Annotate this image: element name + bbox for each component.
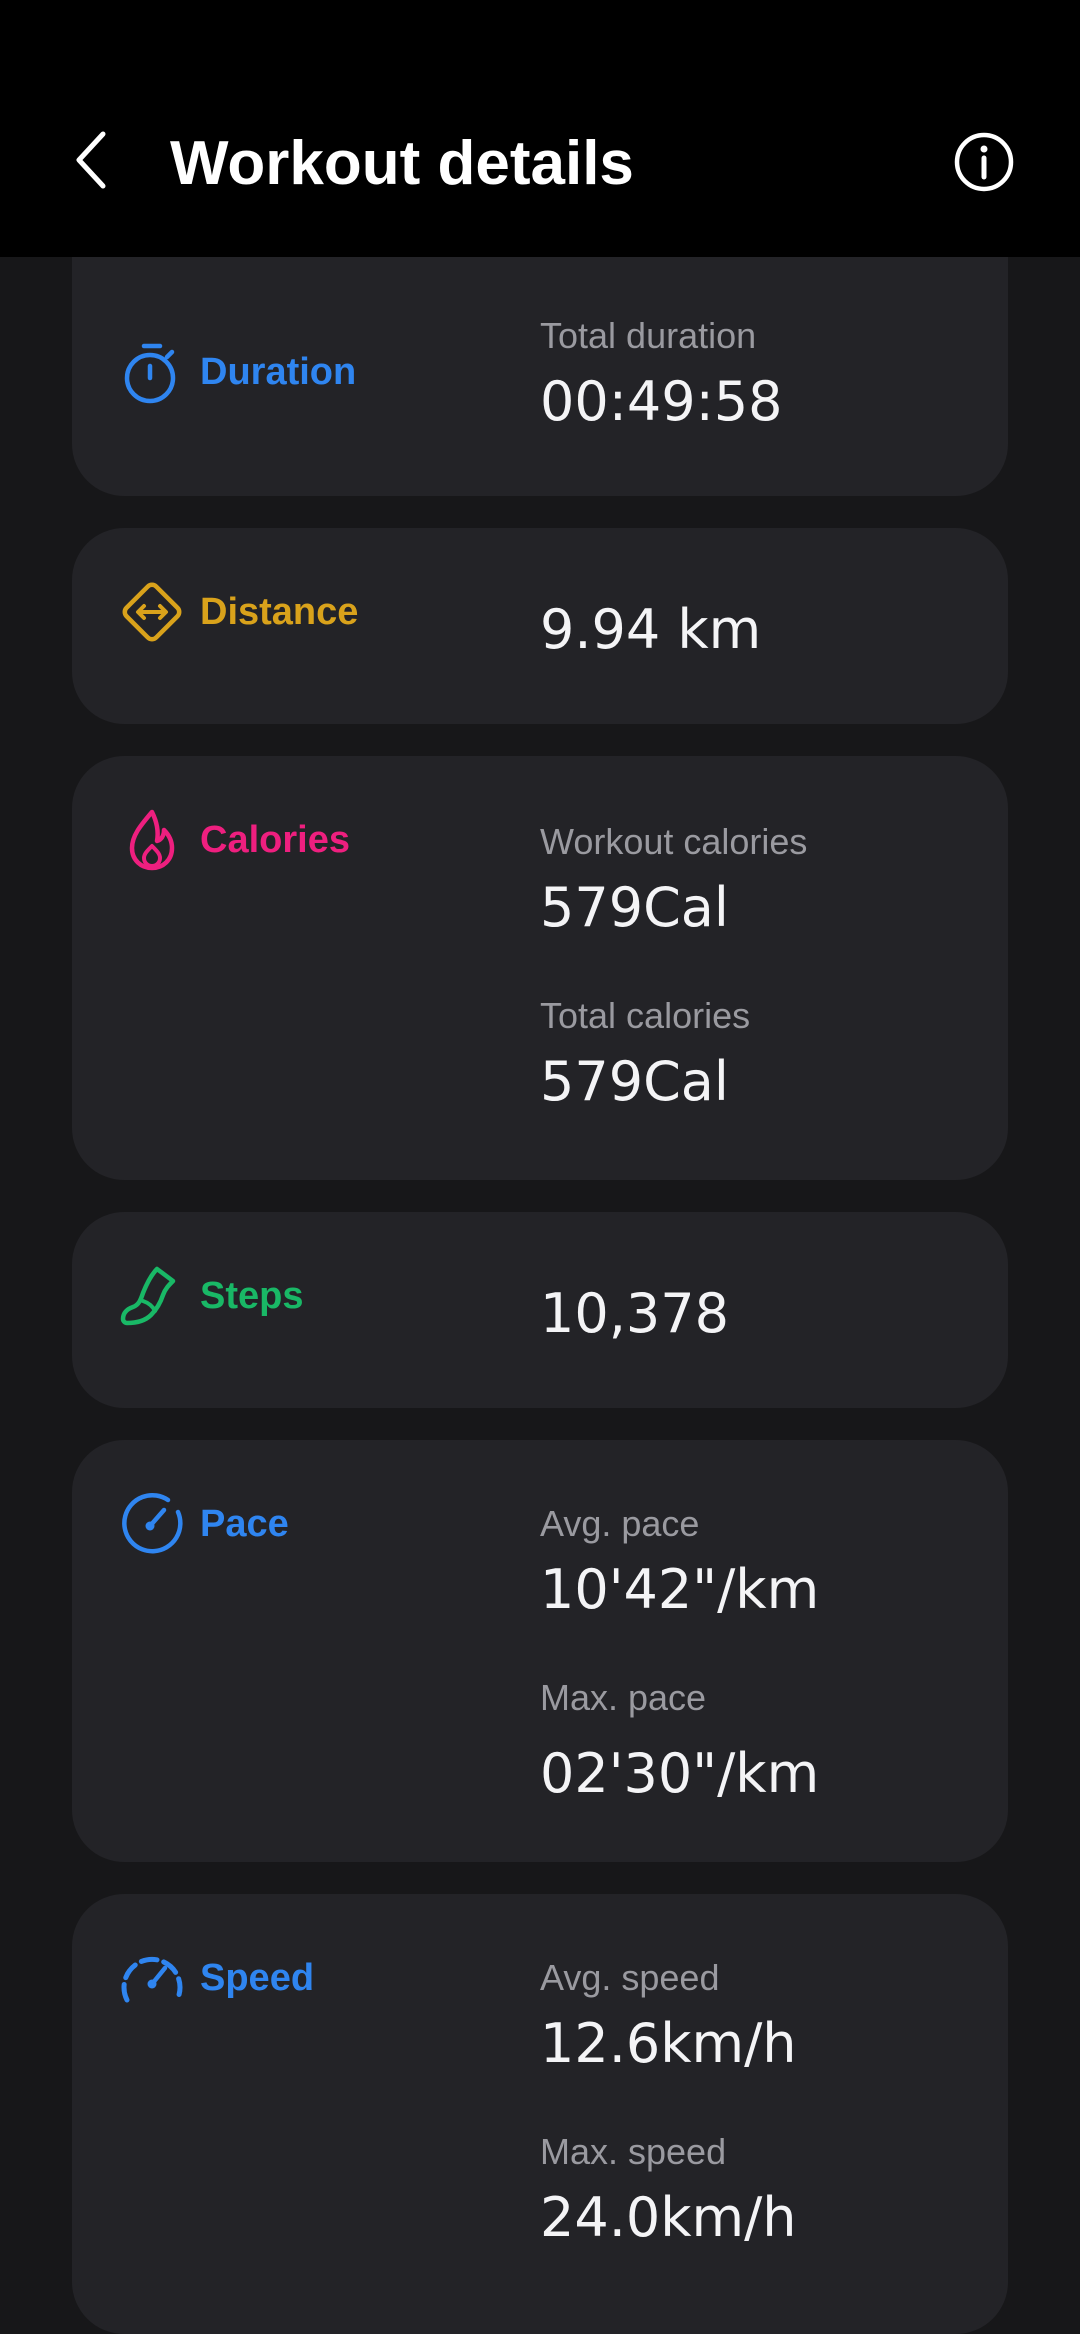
app-bar: Workout details: [0, 0, 1080, 257]
flame-icon: [116, 804, 188, 876]
distance-label: Distance: [200, 591, 359, 633]
workout-calories-label: Workout calories: [540, 821, 808, 862]
total-calories-label: Total calories: [540, 995, 751, 1036]
speed-card[interactable]: Speed Avg. speed 12.6km/h Max. speed 24.…: [72, 1894, 1008, 2334]
avg-speed-label: Avg. speed: [540, 1957, 720, 1998]
distance-category: Distance: [116, 572, 358, 652]
max-speed-value: 24.0km/h: [540, 2186, 797, 2249]
total-calories-value: 579Cal: [540, 1050, 729, 1113]
info-circle-icon: [954, 132, 1014, 192]
avg-pace-label: Avg. pace: [540, 1503, 700, 1544]
distance-value: 9.94 km: [540, 598, 762, 661]
stopwatch-icon: [116, 336, 188, 408]
duration-category: Duration: [116, 332, 356, 412]
steps-card[interactable]: Steps 10,378: [72, 1212, 1008, 1408]
speed-label: Speed: [200, 1957, 315, 1999]
calories-category: Calories: [116, 800, 350, 880]
total-duration-label: Total duration: [540, 315, 757, 356]
pace-label: Pace: [200, 1503, 289, 1545]
page-title: Workout details: [170, 129, 634, 198]
calories-card[interactable]: Calories Workout calories 579Cal Total c…: [72, 756, 1008, 1180]
back-button[interactable]: [56, 120, 126, 200]
steps-category: Steps: [116, 1256, 303, 1336]
max-pace-label: Max. pace: [540, 1677, 707, 1718]
speed-category: Speed: [116, 1938, 314, 2018]
total-duration-value: 00:49:58: [540, 370, 783, 433]
calories-label: Calories: [200, 819, 350, 861]
steps-value: 10,378: [540, 1282, 729, 1345]
pace-card[interactable]: Pace Avg. pace 10'42"/km Max. pace 02'30…: [72, 1440, 1008, 1862]
avg-speed-value: 12.6km/h: [540, 2012, 797, 2075]
steps-label: Steps: [200, 1275, 304, 1317]
pace-category: Pace: [116, 1484, 289, 1564]
gauge-icon: [116, 1488, 188, 1560]
max-pace-value: 02'30"/km: [540, 1742, 820, 1805]
shoe-icon: [116, 1260, 188, 1332]
info-button[interactable]: [952, 130, 1016, 194]
avg-pace-value: 10'42"/km: [540, 1558, 820, 1621]
workout-calories-value: 579Cal: [540, 876, 729, 939]
max-speed-label: Max. speed: [540, 2131, 727, 2172]
distance-card[interactable]: Distance 9.94 km: [72, 528, 1008, 724]
chevron-left-icon: [76, 131, 106, 189]
distance-diamond-icon: [116, 576, 188, 648]
speedometer-icon: [116, 1942, 188, 2014]
duration-label: Duration: [200, 351, 357, 393]
